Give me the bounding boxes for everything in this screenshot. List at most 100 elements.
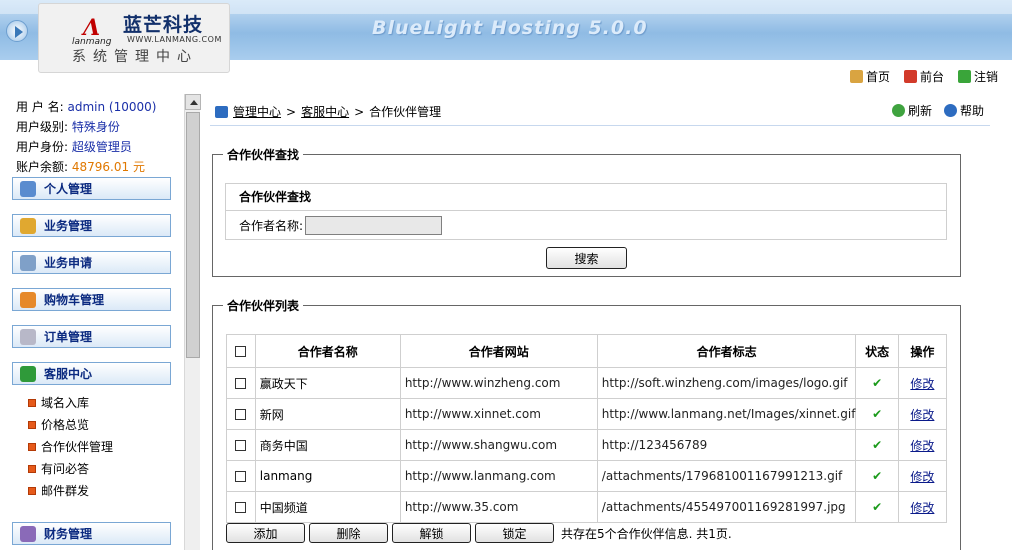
sidebar-item-faq[interactable]: 有问必答 [28, 460, 89, 477]
partner-table: 合作者名称 合作者网站 合作者标志 状态 操作 赢政天下 http://www.… [226, 334, 948, 523]
partner-site: http://www.shangwu.com [399, 429, 598, 461]
partner-name: 赢政天下 [254, 367, 401, 399]
menu-business-label: 业务管理 [44, 219, 93, 233]
table-row: 商务中国 http://www.shangwu.com http://12345… [226, 429, 948, 461]
edit-link[interactable]: 修改 [910, 439, 934, 453]
delete-button[interactable]: 删除 [309, 523, 388, 543]
row-checkbox[interactable] [235, 502, 247, 513]
bullet-icon [28, 442, 36, 451]
home-icon [849, 70, 863, 83]
edit-cell: 修改 [897, 429, 948, 461]
user-role-value: 超级管理员 [71, 140, 132, 154]
table-row: 新网 http://www.xinnet.com http://www.lanm… [226, 398, 948, 430]
sidebar-item-partners[interactable]: 合作伙伴管理 [28, 438, 113, 455]
home-link[interactable]: 首页 [849, 68, 890, 85]
table-header-row: 合作者名称 合作者网站 合作者标志 状态 操作 [226, 334, 948, 368]
user-level: 用户级别: 特殊身份 [16, 118, 120, 135]
breadcrumb-service-center[interactable]: 客服中心 [301, 103, 349, 120]
sidebar: 用 户 名: admin (10000) 用户级别: 特殊身份 用户身份: 超级… [0, 94, 201, 550]
column-header: 状态 [855, 334, 899, 368]
logo-subtitle: 系统管理中心 [72, 49, 198, 65]
top-nav: 首页 前台 注销 [849, 68, 998, 85]
user-role-label: 用户身份: [16, 140, 69, 154]
search-row: 合作者名称: [226, 211, 946, 240]
column-header: 合作者标志 [596, 334, 857, 368]
user-level-value: 特殊身份 [71, 120, 120, 134]
lock-button[interactable]: 锁定 [475, 523, 554, 543]
scroll-up-icon[interactable] [185, 94, 201, 110]
menu-cart[interactable]: 购物车管理 [12, 288, 171, 311]
menu-personal[interactable]: 个人管理 [12, 177, 171, 200]
row-select-cell [226, 491, 256, 523]
finance-icon [20, 525, 36, 542]
select-all-checkbox[interactable] [235, 346, 247, 357]
column-header: 合作者名称 [254, 334, 401, 368]
list-actions: 添加 删除 解锁 锁定 共存在5个合作伙伴信息. 共1页. [226, 523, 732, 543]
edit-cell: 修改 [897, 398, 948, 430]
menu-orders-label: 订单管理 [44, 330, 93, 344]
status-check-icon: ✔ [855, 367, 899, 399]
sidebar-item-label: 域名入库 [41, 396, 90, 410]
help-label: 帮助 [959, 104, 984, 118]
menu-apply-label: 业务申请 [44, 256, 93, 270]
sidebar-content: 用 户 名: admin (10000) 用户级别: 特殊身份 用户身份: 超级… [0, 94, 184, 550]
help-icon [943, 104, 957, 117]
arrow-right-icon [215, 105, 228, 118]
row-select-cell [226, 398, 256, 430]
partner-site: http://www.35.com [399, 491, 598, 523]
partner-site: http://www.xinnet.com [399, 398, 598, 430]
status-check-icon: ✔ [855, 460, 899, 492]
menu-finance[interactable]: 财务管理 [12, 522, 171, 545]
edit-cell: 修改 [897, 367, 948, 399]
logout-link[interactable]: 注销 [957, 68, 998, 85]
row-checkbox[interactable] [235, 409, 247, 420]
logout-label: 注销 [973, 70, 998, 84]
edit-link[interactable]: 修改 [910, 377, 934, 391]
unlock-button[interactable]: 解锁 [392, 523, 471, 543]
partner-site: http://www.winzheng.com [399, 367, 598, 399]
menu-apply[interactable]: 业务申请 [12, 251, 171, 274]
status-check-icon: ✔ [855, 429, 899, 461]
breadcrumb-admin-center[interactable]: 管理中心 [233, 103, 281, 120]
partner-logo: /attachments/179681001167991213.gif [596, 460, 857, 492]
table-row: lanmang http://www.lanmang.com /attachme… [226, 460, 948, 492]
help-link[interactable]: 帮助 [943, 102, 984, 119]
scroll-thumb[interactable] [186, 112, 200, 358]
partner-name-input[interactable] [305, 216, 443, 235]
list-legend: 合作伙伴列表 [227, 299, 300, 313]
partner-logo: http://123456789 [596, 429, 857, 461]
row-checkbox[interactable] [235, 378, 247, 389]
user-name-label: 用 户 名: [16, 100, 64, 114]
edit-link[interactable]: 修改 [910, 501, 934, 515]
sidebar-item-prices[interactable]: 价格总览 [28, 416, 89, 433]
search-button[interactable]: 搜索 [546, 247, 627, 269]
row-checkbox[interactable] [235, 471, 247, 482]
row-checkbox[interactable] [235, 440, 247, 451]
frontend-link[interactable]: 前台 [903, 68, 944, 85]
list-summary: 共存在5个合作伙伴信息. 共1页. [561, 526, 732, 541]
menu-orders[interactable]: 订单管理 [12, 325, 171, 348]
home-label: 首页 [865, 70, 890, 84]
logo-brand: 蓝芒科技 [123, 14, 204, 36]
refresh-link[interactable]: 刷新 [891, 102, 932, 119]
edit-cell: 修改 [897, 460, 948, 492]
banner-title: BlueLight Hosting 5.0.0 [372, 17, 648, 39]
add-button[interactable]: 添加 [226, 523, 305, 543]
service-icon [20, 365, 36, 382]
user-balance-label: 账户余额: [16, 160, 69, 174]
order-icon [20, 328, 36, 345]
play-icon[interactable] [6, 20, 28, 42]
sidebar-scrollbar[interactable] [184, 94, 201, 550]
bullet-icon [28, 398, 36, 407]
sidebar-item-domain-store[interactable]: 域名入库 [28, 394, 89, 411]
sidebar-item-mass-mail[interactable]: 邮件群发 [28, 482, 89, 499]
edit-link[interactable]: 修改 [910, 408, 934, 422]
edit-link[interactable]: 修改 [910, 470, 934, 484]
partner-name: 新网 [254, 398, 401, 430]
partner-name: 中国频道 [254, 491, 401, 523]
search-header: 合作伙伴查找 [226, 184, 946, 211]
menu-service[interactable]: 客服中心 [12, 362, 171, 385]
menu-business[interactable]: 业务管理 [12, 214, 171, 237]
column-header: 操作 [897, 334, 948, 368]
partner-logo: http://soft.winzheng.com/images/logo.gif [596, 367, 857, 399]
